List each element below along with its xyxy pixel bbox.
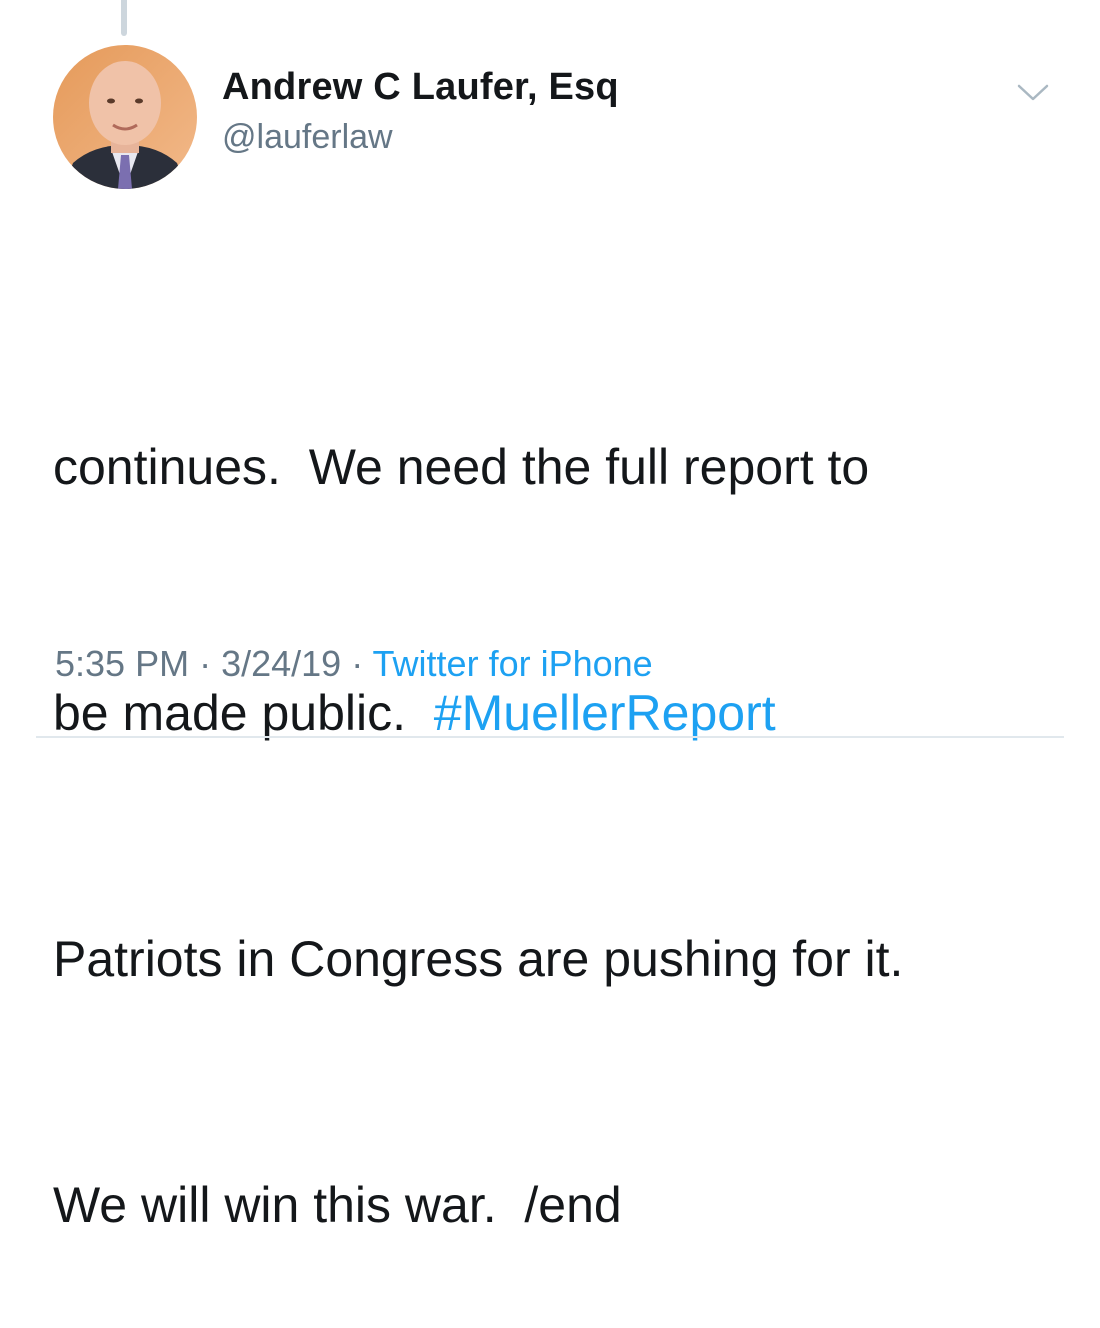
meta-separator: · [189,643,222,684]
meta-separator: · [341,643,373,684]
tweet-date: 3/24/19 [221,643,342,684]
thread-connector-line [121,0,127,36]
tweet-time: 5:35 PM [55,643,190,684]
tweet-body: continues. We need the full report to be… [53,262,1073,1328]
tweet-line: Patriots in Congress are pushing for it. [53,931,904,987]
divider [36,736,1064,738]
avatar-photo-icon [53,45,197,189]
tweet-line: We will win this war. /end [53,1177,622,1233]
tweet-metadata: 5:35 PM · 3/24/19 · Twitter for iPhone [55,643,653,685]
user-handle[interactable]: @lauferlaw [222,118,393,157]
tweet-line: continues. We need the full report to [53,439,870,495]
avatar[interactable] [53,45,197,189]
display-name[interactable]: Andrew C Laufer, Esq [222,66,619,109]
source-link[interactable]: Twitter for iPhone [373,643,653,684]
tweet-text: be made public. [53,685,434,741]
hashtag-link[interactable]: #MuellerReport [434,685,776,741]
chevron-down-icon[interactable] [1016,82,1050,104]
